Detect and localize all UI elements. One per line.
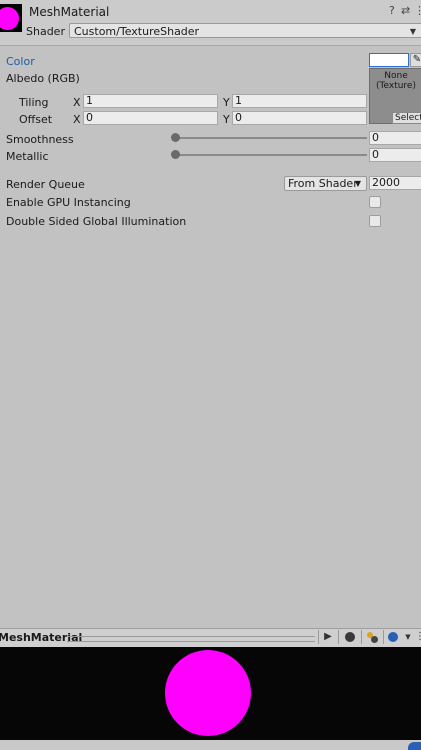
toolbar-divider [361, 630, 362, 644]
render-queue-dropdown[interactable]: From Shader ▼ [284, 176, 367, 191]
color-swatch[interactable] [369, 53, 409, 67]
metallic-slider-handle[interactable] [171, 150, 180, 159]
render-queue-field[interactable]: 2000 [369, 176, 421, 190]
toolbar-divider [383, 630, 384, 644]
offset-x-label: X [73, 113, 81, 126]
albedo-label: Albedo (RGB) [6, 72, 80, 85]
eyedropper-icon[interactable]: ✎ [410, 53, 421, 67]
texture-type-label: (Texture) [376, 81, 416, 91]
chevron-down-icon: ▼ [354, 179, 361, 188]
menu-icon[interactable]: ⋮ [412, 630, 421, 644]
shader-label: Shader [26, 25, 65, 38]
tiling-x-label: X [73, 96, 81, 109]
offset-x-field[interactable]: 0 [83, 111, 218, 125]
sphere-mesh-icon[interactable] [342, 630, 358, 644]
texture-slot-text: None (Texture) [369, 71, 421, 91]
render-queue-mode: From Shader [288, 177, 358, 190]
material-thumbnail [0, 4, 22, 32]
shader-dropdown[interactable]: Custom/TextureShader ▼ [69, 23, 421, 38]
tiling-y-label: Y [223, 96, 230, 109]
offset-y-field[interactable]: 0 [232, 111, 367, 125]
double-sided-gi-checkbox[interactable] [369, 215, 381, 227]
toolbar-divider [338, 630, 339, 644]
smoothness-label: Smoothness [6, 133, 74, 146]
metallic-label: Metallic [6, 150, 49, 163]
texture-select-button[interactable]: Select [392, 112, 421, 124]
thumbnail-sphere [0, 7, 19, 30]
smoothness-field[interactable]: 0 [369, 131, 421, 145]
color-label: Color [6, 55, 35, 68]
chevron-down-icon: ▼ [409, 27, 416, 36]
lighting-icon[interactable] [364, 630, 380, 644]
toolbar-divider [318, 630, 319, 644]
gpu-instancing-checkbox[interactable] [369, 196, 381, 208]
texture-none-label: None [384, 71, 408, 81]
play-icon[interactable]: ▶ [320, 630, 336, 644]
double-sided-gi-label: Double Sided Global Illumination [6, 215, 187, 228]
shader-value: Custom/TextureShader [74, 25, 200, 38]
metallic-field[interactable]: 0 [369, 148, 421, 162]
smoothness-slider-track[interactable] [175, 137, 367, 139]
help-icon[interactable]: ? [389, 4, 395, 17]
context-menu-icon[interactable]: ⋮ [414, 4, 421, 17]
material-title: MeshMaterial [29, 5, 110, 19]
preview-resize-grip[interactable] [67, 636, 315, 642]
gpu-instancing-label: Enable GPU Instancing [6, 196, 131, 209]
asset-bundle-icon[interactable] [408, 742, 421, 750]
preview-sphere [165, 650, 251, 736]
offset-label: Offset [19, 113, 53, 126]
tiling-y-field[interactable]: 1 [232, 94, 367, 108]
smoothness-slider-handle[interactable] [171, 133, 180, 142]
render-queue-label: Render Queue [6, 178, 85, 191]
presets-icon[interactable]: ⇄ [401, 4, 410, 17]
metallic-slider-track[interactable] [175, 154, 367, 156]
offset-y-label: Y [223, 113, 230, 126]
tiling-x-field[interactable]: 1 [83, 94, 218, 108]
bottom-bar [0, 740, 421, 750]
tiling-label: Tiling [19, 96, 49, 109]
